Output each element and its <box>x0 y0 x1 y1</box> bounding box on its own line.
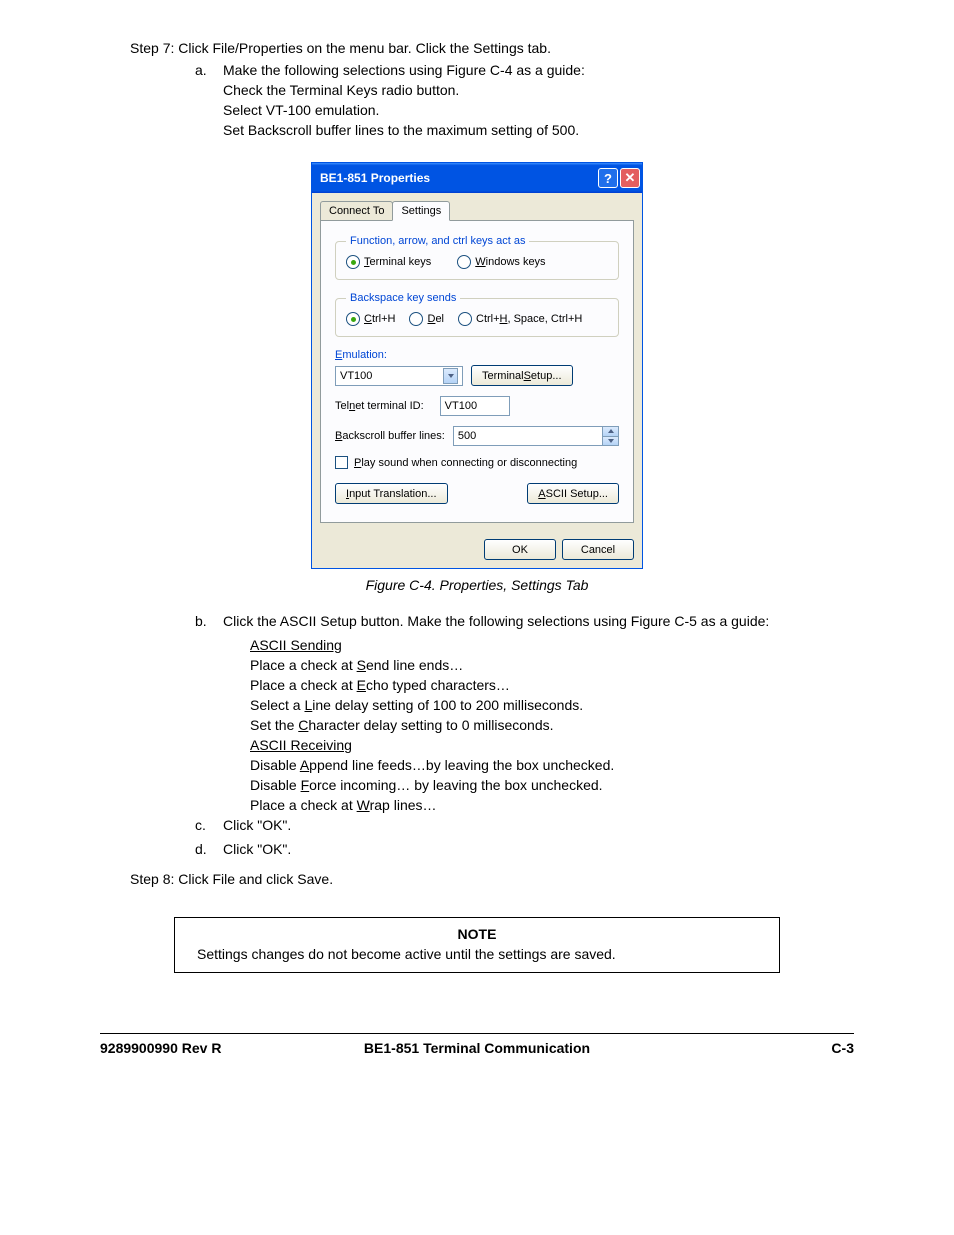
spinner-up-icon <box>603 427 618 437</box>
dialog-titlebar: BE1-851 Properties ? ✕ <box>312 163 642 193</box>
input-translation-button[interactable]: Input Translation... <box>335 483 448 504</box>
terminal-setup-button[interactable]: Terminal Setup... <box>471 365 573 386</box>
b-s-1: Place a check at Send line ends… <box>250 657 854 673</box>
telnet-id-input[interactable]: VT100 <box>440 396 510 416</box>
b-intro: Click the ASCII Setup button. Make the f… <box>223 613 854 629</box>
radio-icon <box>409 312 423 326</box>
a-line-1: Make the following selections using Figu… <box>223 62 854 78</box>
radio-windows-label: indows keys <box>486 256 546 268</box>
emulation-value: VT100 <box>340 370 372 382</box>
sub-letter-c: c. <box>195 817 223 837</box>
note-text: Settings changes do not become active un… <box>197 946 757 962</box>
footer-center: BE1-851 Terminal Communication <box>351 1040 602 1056</box>
item-b: b. Click the ASCII Setup button. Make th… <box>195 613 854 633</box>
ascii-setup-button[interactable]: ASCII Setup... <box>527 483 619 504</box>
b-s-4: Set the Character delay setting to 0 mil… <box>250 717 854 733</box>
sub-letter-b: b. <box>195 613 223 633</box>
tab-settings[interactable]: Settings <box>392 201 450 221</box>
tab-content-settings: Function, arrow, and ctrl keys act as Te… <box>320 221 634 523</box>
ascii-receiving-header: ASCII Receiving <box>250 737 854 753</box>
group-backspace: Backspace key sends Ctrl+H Del Ctrl+H, S… <box>335 292 619 337</box>
c-text: Click "OK". <box>223 817 854 833</box>
backscroll-spinner[interactable] <box>603 426 619 446</box>
a-line-2: Check the Terminal Keys radio button. <box>223 82 854 98</box>
help-button[interactable]: ? <box>598 168 618 188</box>
b-s-2: Place a check at Echo typed characters… <box>250 677 854 693</box>
group-backspace-legend: Backspace key sends <box>346 292 460 304</box>
b-s-3: Select a Line delay setting of 100 to 20… <box>250 697 854 713</box>
note-title: NOTE <box>197 926 757 942</box>
ok-button[interactable]: OK <box>484 539 556 560</box>
checkbox-icon <box>335 456 348 469</box>
radio-icon <box>346 312 360 326</box>
backscroll-input[interactable]: 500 <box>453 426 603 446</box>
note-box: NOTE Settings changes do not become acti… <box>174 917 780 973</box>
item-d: d. Click "OK". <box>195 841 854 861</box>
properties-dialog: BE1-851 Properties ? ✕ Connect To Settin… <box>311 162 643 569</box>
radio-terminal-keys[interactable]: Terminal keys <box>346 255 431 269</box>
footer-right: C-3 <box>603 1040 854 1056</box>
radio-ctrl-h[interactable]: Ctrl+H <box>346 312 395 326</box>
radio-icon <box>458 312 472 326</box>
group-function-keys: Function, arrow, and ctrl keys act as Te… <box>335 235 619 280</box>
footer-left: 9289900990 Rev R <box>100 1040 351 1056</box>
emulation-label: Emulation: <box>335 349 619 361</box>
figure-caption: Figure C-4. Properties, Settings Tab <box>100 577 854 593</box>
ascii-sending-block: ASCII Sending Place a check at Send line… <box>250 637 854 813</box>
radio-windows-keys[interactable]: Windows keys <box>457 255 545 269</box>
play-sound-row[interactable]: Play sound when connecting or disconnect… <box>335 456 619 469</box>
sub-letter-d: d. <box>195 841 223 861</box>
dropdown-icon <box>443 368 458 384</box>
step8-line: Step 8: Click File and click Save. <box>130 871 854 887</box>
radio-icon <box>346 255 360 269</box>
dialog-tabs: Connect To Settings <box>320 201 634 221</box>
page-footer: 9289900990 Rev R BE1-851 Terminal Commun… <box>100 1033 854 1056</box>
tab-connect-to[interactable]: Connect To <box>320 201 393 221</box>
sub-letter-a: a. <box>195 62 223 142</box>
backscroll-label: Backscroll buffer lines: <box>335 430 445 442</box>
a-line-4: Set Backscroll buffer lines to the maxim… <box>223 122 854 138</box>
item-c: c. Click "OK". <box>195 817 854 837</box>
radio-icon <box>457 255 471 269</box>
group-function-keys-legend: Function, arrow, and ctrl keys act as <box>346 235 529 247</box>
step7-sub-a: a. Make the following selections using F… <box>195 62 854 142</box>
ascii-sending-header: ASCII Sending <box>250 637 854 653</box>
radio-terminal-label: erminal keys <box>370 256 432 268</box>
dialog-title: BE1-851 Properties <box>320 171 596 185</box>
b-r-1: Disable Append line feeds…by leaving the… <box>250 757 854 773</box>
d-text: Click "OK". <box>223 841 854 857</box>
cancel-button[interactable]: Cancel <box>562 539 634 560</box>
b-r-3: Place a check at Wrap lines… <box>250 797 854 813</box>
telnet-label: Telnet terminal ID: <box>335 400 424 412</box>
emulation-select[interactable]: VT100 <box>335 366 463 386</box>
spinner-down-icon <box>603 437 618 446</box>
a-line-3: Select VT-100 emulation. <box>223 102 854 118</box>
radio-ctrl-h-space[interactable]: Ctrl+H, Space, Ctrl+H <box>458 312 582 326</box>
close-button[interactable]: ✕ <box>620 168 640 188</box>
step7-line: Step 7: Click File/Properties on the men… <box>130 40 854 56</box>
b-r-2: Disable Force incoming… by leaving the b… <box>250 777 854 793</box>
radio-del[interactable]: Del <box>409 312 444 326</box>
